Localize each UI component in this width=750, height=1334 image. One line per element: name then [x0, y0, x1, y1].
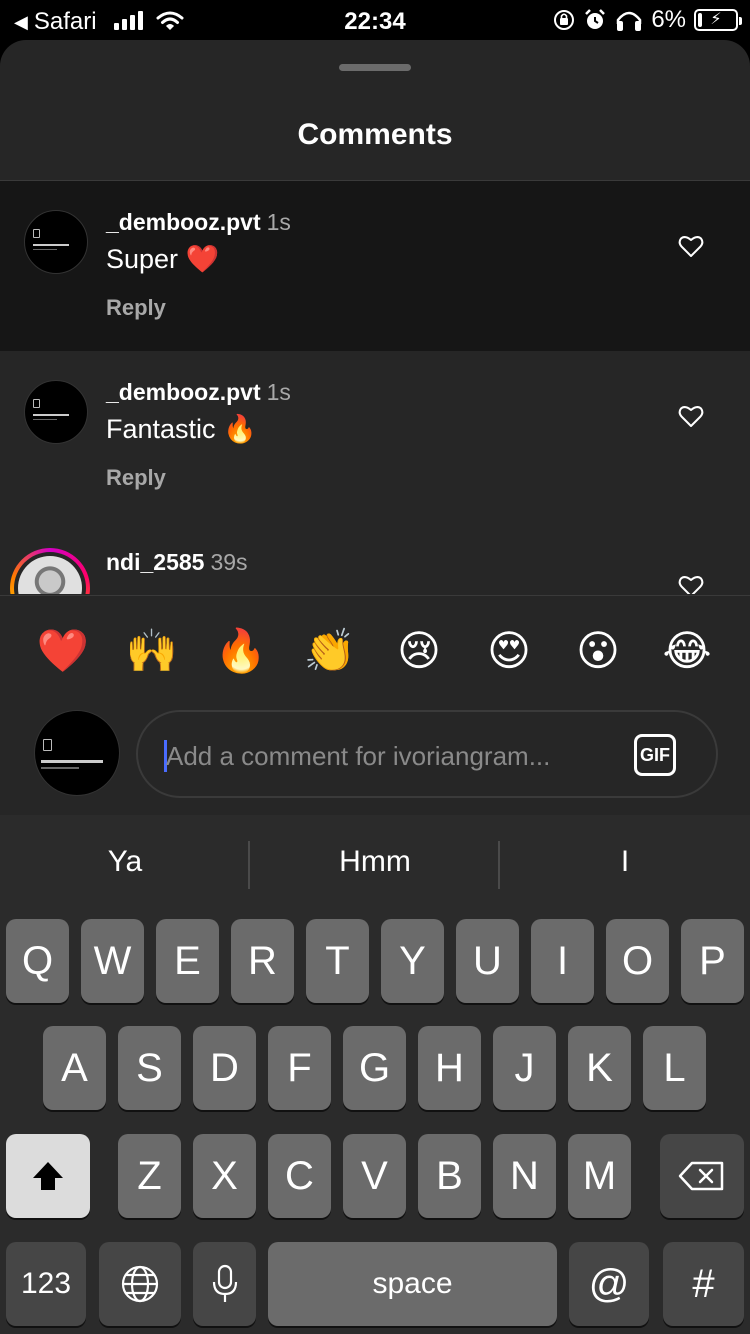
comment-header: _dembooz.pvt 1s [106, 209, 291, 236]
key-j[interactable]: J [493, 1026, 556, 1110]
comment-text: Fantastic 🔥 [106, 414, 257, 444]
globe-icon [121, 1265, 159, 1303]
key-l[interactable]: L [643, 1026, 706, 1110]
backspace-key[interactable] [660, 1134, 744, 1218]
heart-outline-icon[interactable] [678, 573, 704, 594]
key-p[interactable]: P [681, 919, 744, 1003]
comment-time: 1s [266, 379, 291, 405]
emoji-crying-face[interactable]: 😢 [391, 626, 447, 676]
charging-bolt-icon: ⚡ [710, 11, 722, 28]
emoji-raising-hands[interactable]: 🙌 [124, 626, 180, 676]
profile-photo [18, 556, 82, 594]
key-o[interactable]: O [606, 919, 669, 1003]
space-key[interactable]: space [268, 1242, 557, 1326]
key-n[interactable]: N [493, 1134, 556, 1218]
sheet-grabber[interactable] [339, 64, 411, 71]
comment-header: ndi_2585 39s [106, 549, 248, 576]
key-w[interactable]: W [81, 919, 144, 1003]
comment-time: 1s [266, 209, 291, 235]
key-i[interactable]: I [531, 919, 594, 1003]
dictation-key[interactable] [193, 1242, 256, 1326]
hash-key[interactable]: # [663, 1242, 744, 1326]
my-avatar [34, 710, 120, 796]
key-h[interactable]: H [418, 1026, 481, 1110]
key-x[interactable]: X [193, 1134, 256, 1218]
at-key[interactable]: @ [569, 1242, 649, 1326]
key-z[interactable]: Z [118, 1134, 181, 1218]
key-r[interactable]: R [231, 919, 294, 1003]
keyboard: Ya Hmm I Q W E R T Y U I O P A S D F G H… [0, 815, 750, 1334]
status-right: 6% ⚡ [553, 6, 742, 34]
microphone-icon [212, 1264, 237, 1302]
key-d[interactable]: D [193, 1026, 256, 1110]
predictive-bar: Ya Hmm I [0, 815, 750, 911]
key-f[interactable]: F [268, 1026, 331, 1110]
shift-key[interactable] [6, 1134, 90, 1218]
headphones-icon [617, 11, 642, 31]
comment-input-placeholder: Add a comment for ivoriangram... [166, 741, 551, 771]
key-y[interactable]: Y [381, 919, 444, 1003]
suggestion-3[interactable]: I [500, 845, 750, 879]
commenter-avatar[interactable] [24, 380, 88, 444]
key-t[interactable]: T [306, 919, 369, 1003]
emoji-surprised-face[interactable]: 😮 [570, 626, 626, 676]
suggestion-2[interactable]: Hmm [250, 845, 500, 879]
alarm-icon [585, 9, 606, 29]
reply-button[interactable]: Reply [106, 295, 166, 321]
gif-button[interactable]: GIF [634, 734, 676, 776]
shift-arrow-icon [33, 1162, 63, 1190]
comment-item: _dembooz.pvt 1s Fantastic 🔥 Reply [0, 351, 750, 521]
key-v[interactable]: V [343, 1134, 406, 1218]
emoji-red-heart[interactable]: ❤️ [35, 626, 91, 676]
comment-item: ndi_2585 39s [0, 521, 750, 594]
quick-emoji-bar: ❤️ 🙌 🔥 👏 😢 😍 😮 😂 [0, 595, 750, 695]
key-s[interactable]: S [118, 1026, 181, 1110]
key-c[interactable]: C [268, 1134, 331, 1218]
comment-time: 39s [210, 549, 248, 575]
numbers-key[interactable]: 123 [6, 1242, 86, 1326]
commenter-avatar[interactable] [24, 210, 88, 274]
emoji-tears-of-joy[interactable]: 😂 [659, 626, 715, 676]
status-bar: ◀ Safari 22:34 6% ⚡ [0, 0, 750, 40]
comment-item: _dembooz.pvt 1s Super ❤️ Reply [0, 181, 750, 351]
comment-input[interactable]: Add a comment for ivoriangram... GIF [136, 710, 718, 798]
heart-outline-icon[interactable] [678, 403, 704, 429]
rotation-lock-icon [554, 10, 575, 30]
key-u[interactable]: U [456, 919, 519, 1003]
emoji-fire[interactable]: 🔥 [213, 626, 269, 676]
key-m[interactable]: M [568, 1134, 631, 1218]
key-e[interactable]: E [156, 919, 219, 1003]
battery-percent: 6% [651, 6, 686, 33]
emoji-heart-eyes[interactable]: 😍 [481, 626, 537, 676]
comment-text: Super ❤️ [106, 244, 220, 274]
comment-composer: Add a comment for ivoriangram... GIF [0, 695, 750, 815]
commenter-avatar-story-ring[interactable] [10, 548, 90, 594]
reply-button[interactable]: Reply [106, 465, 166, 491]
comment-list[interactable]: _dembooz.pvt 1s Super ❤️ Reply _dembooz.p… [0, 181, 750, 594]
comment-username[interactable]: _dembooz.pvt [106, 209, 261, 235]
comment-username[interactable]: ndi_2585 [106, 549, 204, 575]
suggestion-1[interactable]: Ya [0, 845, 250, 879]
globe-key[interactable] [99, 1242, 181, 1326]
emoji-clapping-hands[interactable]: 👏 [302, 626, 358, 676]
backspace-icon [678, 1161, 724, 1191]
comment-username[interactable]: _dembooz.pvt [106, 379, 261, 405]
key-q[interactable]: Q [6, 919, 69, 1003]
heart-outline-icon[interactable] [678, 233, 704, 259]
battery-icon: ⚡ [694, 9, 742, 31]
key-g[interactable]: G [343, 1026, 406, 1110]
comments-sheet: Comments _dembooz.pvt 1s Super ❤️ Reply _… [0, 40, 750, 815]
sheet-title: Comments [297, 118, 453, 151]
key-b[interactable]: B [418, 1134, 481, 1218]
key-k[interactable]: K [568, 1026, 631, 1110]
comment-header: _dembooz.pvt 1s [106, 379, 291, 406]
key-a[interactable]: A [43, 1026, 106, 1110]
